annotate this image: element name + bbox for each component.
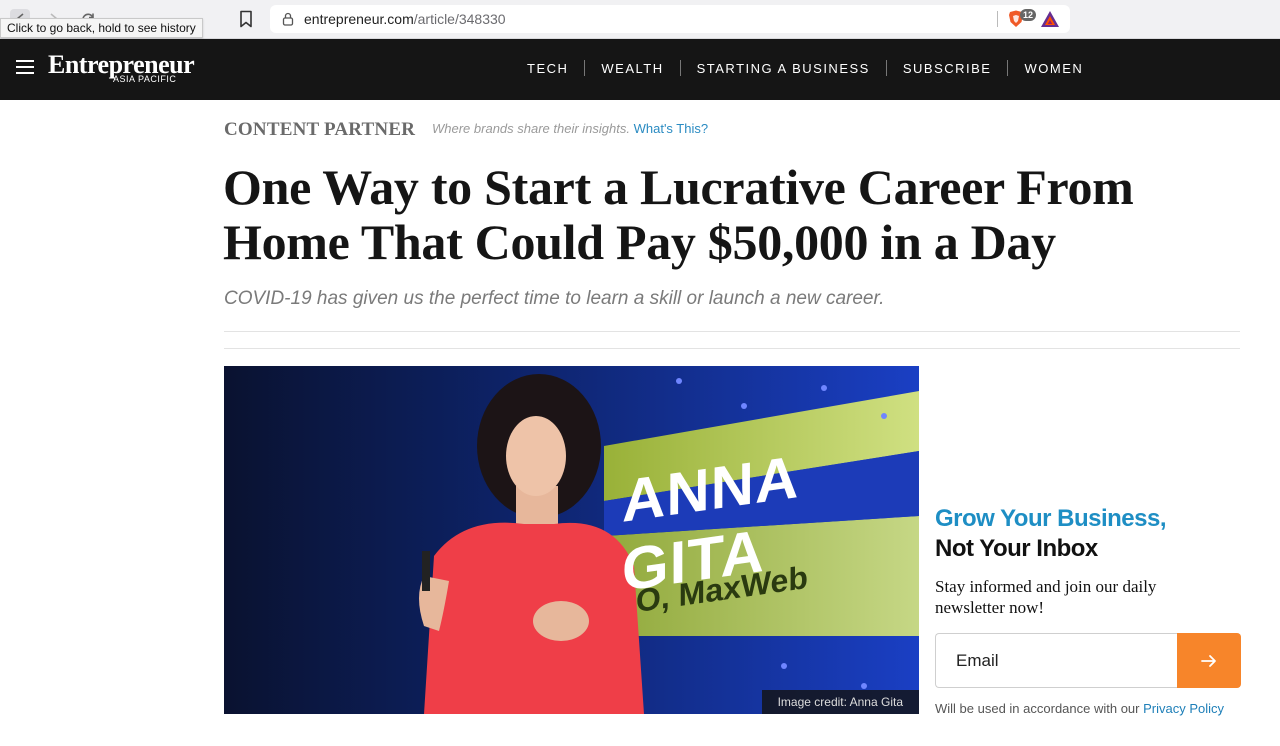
back-tooltip: Click to go back, hold to see history <box>0 18 203 38</box>
content-partner-description: Where brands share their insights. What'… <box>432 121 708 136</box>
newsletter-submit-button[interactable] <box>1177 633 1241 688</box>
whats-this-link[interactable]: What's This? <box>634 121 709 136</box>
address-bar[interactable]: entrepreneur.com/article/348330 12 <box>270 5 1070 33</box>
newsletter-title-line1: Grow Your Business, <box>935 505 1167 532</box>
url-text[interactable]: entrepreneur.com/article/348330 <box>304 11 506 27</box>
newsletter-note-text: Will be used in accordance with our <box>935 701 1144 716</box>
arrow-right-icon <box>1201 654 1216 667</box>
nav-item-starting-a-business[interactable]: STARTING A BUSINESS <box>681 61 886 76</box>
url-path: /article/348330 <box>413 11 506 27</box>
bookmark-icon[interactable] <box>238 10 254 28</box>
newsletter-title-line2: Not Your Inbox <box>935 535 1098 562</box>
email-input[interactable] <box>935 633 1178 688</box>
nav-item-wealth[interactable]: WEALTH <box>585 61 679 76</box>
lock-icon <box>282 12 294 26</box>
nav-item-subscribe[interactable]: SUBSCRIBE <box>887 61 1008 76</box>
content-partner-label: CONTENT PARTNER <box>224 119 416 140</box>
divider <box>224 331 1240 332</box>
menu-icon[interactable] <box>16 60 34 74</box>
content-partner-description-text: Where brands share their insights. <box>432 121 630 136</box>
nav-item-women[interactable]: WOMEN <box>1008 61 1099 76</box>
url-domain: entrepreneur.com <box>304 11 414 27</box>
image-credit: Image credit: Anna Gita <box>761 690 919 714</box>
newsletter-note: Will be used in accordance with our Priv… <box>935 701 1224 716</box>
browser-toolbar: Click to go back, hold to see history en… <box>0 0 1280 39</box>
main-nav: TECH WEALTH STARTING A BUSINESS SUBSCRIB… <box>511 60 1099 76</box>
shields-count-badge: 12 <box>1020 9 1037 21</box>
brave-rewards-icon[interactable] <box>1040 10 1060 28</box>
article-headline: One Way to Start a Lucrative Career From… <box>223 159 1134 270</box>
article-hero-image: ANNA GITA O, MaxWeb Image credit: Anna G… <box>224 366 919 714</box>
newsletter-body: Stay informed and join our daily newslet… <box>935 577 1157 617</box>
site-logo-edition: ASIA PACIFIC <box>113 74 177 84</box>
newsletter-form <box>935 633 1241 688</box>
divider <box>224 348 1240 349</box>
nav-item-tech[interactable]: TECH <box>511 61 584 76</box>
privacy-policy-link[interactable]: Privacy Policy <box>1143 701 1224 716</box>
article-dek: COVID-19 has given us the perfect time t… <box>224 288 885 309</box>
url-divider <box>997 11 998 27</box>
